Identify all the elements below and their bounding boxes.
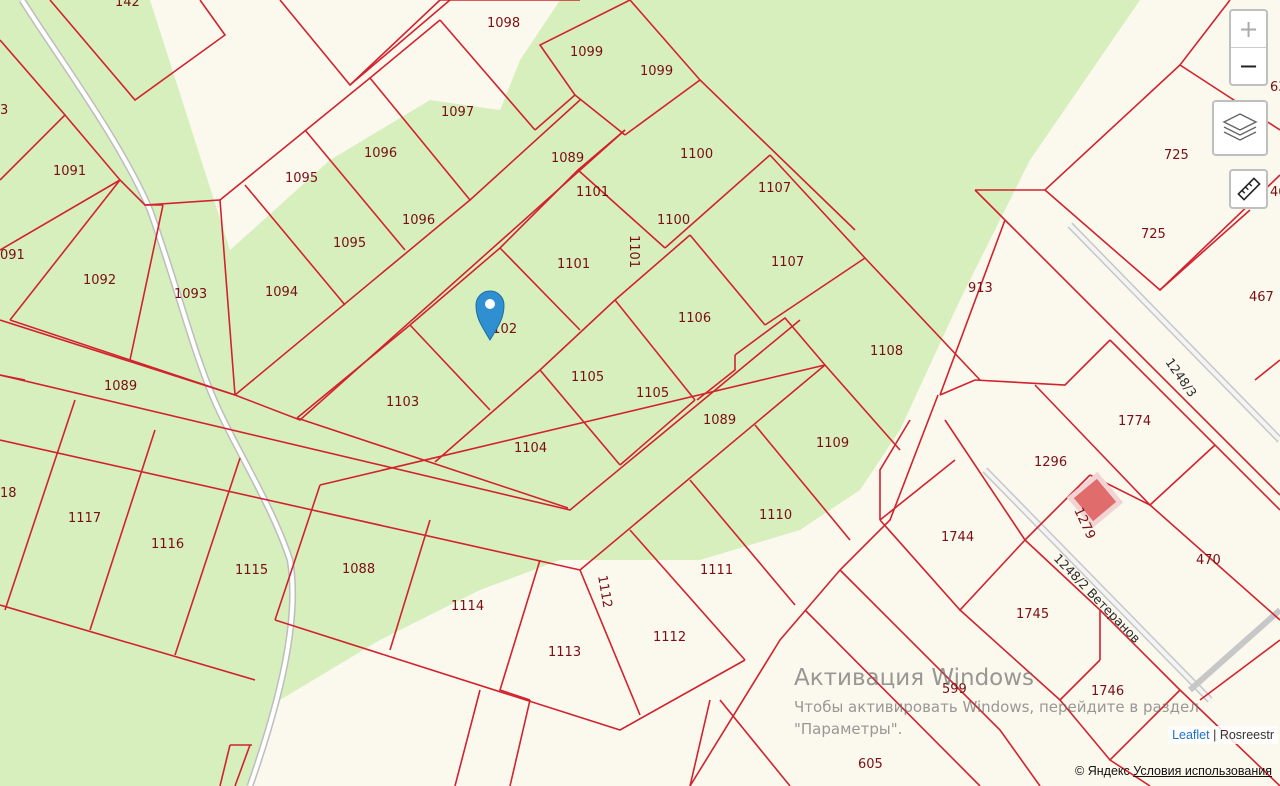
parcel-467: 467	[1249, 290, 1274, 305]
parcel-1113: 1113	[548, 645, 581, 660]
rosreestr-label: Rosreestr	[1219, 728, 1274, 742]
parcel-1096a: 1096	[364, 146, 397, 161]
street-label-1248-3: 1248/3	[1163, 355, 1201, 400]
parcel-1101b: 1101	[557, 257, 590, 272]
parcel-1088: 1088	[342, 562, 375, 577]
leaflet-link[interactable]: Leaflet	[1172, 728, 1210, 742]
parcel-1774: 1774	[1118, 414, 1151, 429]
parcel-1100b: 1100	[657, 213, 690, 228]
parcel-46: 46	[1270, 185, 1280, 200]
parcel-1100a: 1100	[680, 147, 713, 162]
parcel-1103: 1103	[386, 395, 419, 410]
parcel-1745: 1745	[1016, 607, 1049, 622]
parcel-3: 3	[0, 103, 8, 118]
parcel-1089c: 1089	[703, 413, 736, 428]
watermark-line-2: "Параметры".	[794, 720, 903, 738]
map-attribution: Leaflet | Rosreestr	[1168, 726, 1278, 744]
parcel-18: 18	[0, 486, 17, 501]
parcel-470: 470	[1196, 553, 1221, 568]
parcel-63: 63	[1270, 80, 1280, 95]
parcel-913: 913	[968, 281, 993, 296]
measure-button[interactable]	[1229, 169, 1268, 209]
parcel-1111: 1111	[700, 563, 733, 578]
parcel-1112a: 1112	[594, 574, 615, 609]
parcel-1093: 1093	[174, 287, 207, 302]
layers-button[interactable]	[1212, 100, 1268, 156]
parcel-1114: 1114	[451, 599, 484, 614]
ruler-icon	[1236, 177, 1261, 201]
parcel-1099a: 1099	[570, 45, 603, 60]
parcel-1089a: 1089	[551, 151, 584, 166]
watermark-line-1: Чтобы активировать Windows, перейдите в …	[794, 698, 1199, 716]
parcel-725a: 725	[1164, 148, 1189, 163]
parcel-1108: 1108	[870, 344, 903, 359]
parcel-1112b: 1112	[653, 630, 686, 645]
parcel-1109: 1109	[816, 436, 849, 451]
parcel-1089b: 1089	[104, 379, 137, 394]
zoom-control: + −	[1229, 9, 1268, 86]
watermark-title: Активация Windows	[794, 665, 1035, 691]
parcel-1107a: 1107	[758, 181, 791, 196]
parcel-1091a: 1091	[53, 164, 86, 179]
parcel-1095a: 1095	[285, 171, 318, 186]
parcel-1101c: 1101	[626, 235, 641, 268]
parcel-142: 142	[115, 0, 140, 10]
parcel-1095b: 1095	[333, 236, 366, 251]
parcel-1096b: 1096	[402, 213, 435, 228]
parcel-1105a: 1105	[571, 370, 604, 385]
parcel-725b: 725	[1141, 227, 1166, 242]
yandex-copyright: © Яндекс Условия использования	[1075, 764, 1272, 778]
street-label-1248-2: 1248/2 Ветеранов	[1051, 551, 1144, 646]
parcel-1107b: 1107	[771, 255, 804, 270]
parcel-1099b: 1099	[640, 64, 673, 79]
parcel-1296: 1296	[1034, 455, 1067, 470]
parcel-1094: 1094	[265, 285, 298, 300]
parcel-1110: 1110	[759, 508, 792, 523]
attribution-separator: |	[1213, 728, 1217, 742]
parcel-1101a: 1101	[576, 185, 609, 200]
parcel-1092: 1092	[83, 273, 116, 288]
terms-link[interactable]: Условия использования	[1133, 764, 1272, 778]
parcel-1106: 1106	[678, 311, 711, 326]
zoom-in-button[interactable]: +	[1231, 11, 1266, 48]
zoom-out-button[interactable]: −	[1231, 48, 1266, 84]
street-1248-3-inner	[1068, 223, 1280, 442]
parcel-1091b: 091	[0, 248, 25, 263]
parcel-605: 605	[858, 757, 883, 772]
parcel-1115: 1115	[235, 563, 268, 578]
windows-activation-watermark: Активация Windows Чтобы активировать Win…	[794, 665, 1199, 739]
parcel-1104: 1104	[514, 441, 547, 456]
parcel-1744: 1744	[941, 530, 974, 545]
yandex-label: © Яндекс	[1075, 764, 1130, 778]
parcel-1117: 1117	[68, 511, 101, 526]
parcel-1105b: 1105	[636, 386, 669, 401]
layers-icon	[1222, 113, 1258, 141]
parcel-1098: 1098	[487, 16, 520, 31]
parcel-1097: 1097	[441, 105, 474, 120]
parcel-1116: 1116	[151, 537, 184, 552]
